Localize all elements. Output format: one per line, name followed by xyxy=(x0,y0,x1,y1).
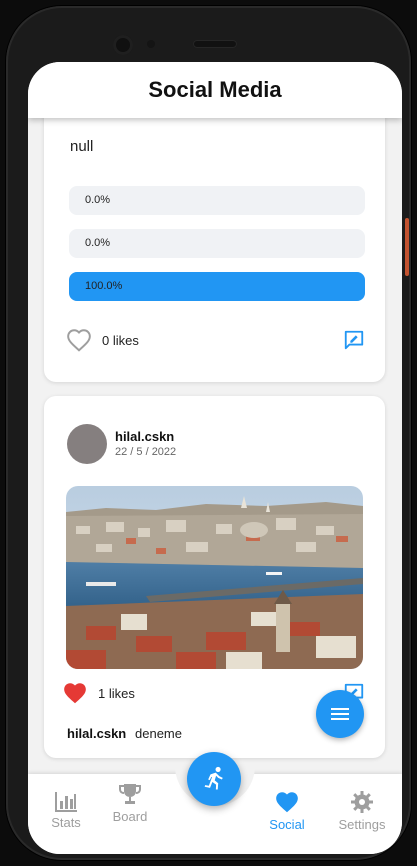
poll-option-label: 0.0% xyxy=(85,237,111,249)
like-heart-outline-icon[interactable] xyxy=(66,328,92,352)
poll-option-label: 100.0% xyxy=(85,280,123,292)
front-camera xyxy=(113,35,133,55)
app-bar: Social Media xyxy=(28,62,402,118)
comment-icon[interactable] xyxy=(343,329,365,351)
like-count: 0 likes xyxy=(102,333,139,348)
heart-icon xyxy=(276,792,298,813)
caption-text: deneme xyxy=(135,726,182,741)
nav-label: Settings xyxy=(338,817,386,832)
running-person-icon xyxy=(204,766,223,790)
like-heart-filled-icon[interactable] xyxy=(62,681,88,705)
like-count: 1 likes xyxy=(98,686,135,701)
menu-fab-button[interactable] xyxy=(316,690,364,738)
phone-frame: Social Media null 0.0% 0.0% 100.0% 0 lik… xyxy=(6,6,411,860)
nav-item-board[interactable]: Board xyxy=(95,782,165,824)
post-username[interactable]: hilal.cskn xyxy=(115,429,174,444)
nav-label: Social xyxy=(269,817,305,832)
poll-option-1[interactable]: 0.0% xyxy=(69,186,365,215)
app-screen: Social Media null 0.0% 0.0% 100.0% 0 lik… xyxy=(28,62,402,854)
poll-option-label: 0.0% xyxy=(85,194,111,206)
trophy-icon xyxy=(119,784,141,804)
post-photo xyxy=(66,486,363,669)
earpiece-speaker xyxy=(193,40,237,48)
side-button xyxy=(405,218,409,276)
bar-chart-icon xyxy=(55,792,77,812)
avatar[interactable] xyxy=(67,424,107,464)
poll-question: null xyxy=(70,138,94,155)
run-activity-fab-button[interactable] xyxy=(187,752,241,806)
nav-label: Board xyxy=(112,809,148,824)
menu-icon xyxy=(331,708,349,720)
poll-post-card: null 0.0% 0.0% 100.0% 0 likes xyxy=(44,98,385,382)
nav-item-settings[interactable]: Settings xyxy=(327,790,397,832)
poll-option-2[interactable]: 0.0% xyxy=(69,229,365,258)
nav-item-social[interactable]: Social xyxy=(252,790,322,832)
poll-option-3[interactable]: 100.0% xyxy=(69,272,365,301)
caption-username[interactable]: hilal.cskn xyxy=(67,726,126,741)
page-title: Social Media xyxy=(148,77,282,102)
post-date: 22 / 5 / 2022 xyxy=(115,446,177,458)
nav-label: Stats xyxy=(51,815,81,830)
gear-icon xyxy=(351,791,373,813)
sensor xyxy=(147,40,155,48)
nav-item-stats[interactable]: Stats xyxy=(31,790,101,830)
